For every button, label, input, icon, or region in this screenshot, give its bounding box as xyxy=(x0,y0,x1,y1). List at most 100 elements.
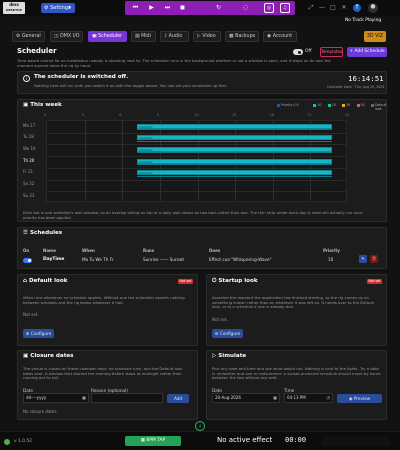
settings-menu-button[interactable]: ⚙ Settings ▾ xyxy=(41,3,75,13)
closure-add-button[interactable]: Add xyxy=(167,394,189,403)
week-footnote: Each bar is one schedule's own window, s… xyxy=(23,210,363,220)
fullscreen-icon[interactable]: ⤢ xyxy=(307,4,315,12)
col-name: Name xyxy=(43,248,56,253)
startup-look-description: Asserted the moment the application has … xyxy=(212,295,375,309)
week-grid: DayTime DayTime DayTime DayTime DayTime xyxy=(46,120,347,202)
default-look-configure-button[interactable]: ⚙ Configure xyxy=(23,329,54,338)
day-label: We 19 xyxy=(23,146,36,151)
connection-status-icon xyxy=(4,439,10,445)
schedule-enabled-toggle[interactable] xyxy=(23,258,32,263)
legend-label: Priority 0-9 xyxy=(281,103,299,107)
play-icon[interactable]: ▶ xyxy=(147,4,156,12)
effective-schedule-strip xyxy=(137,152,332,154)
startup-look-title-label: Startup look xyxy=(218,278,258,284)
startup-look-title: ⏻ Startup look xyxy=(212,278,258,285)
controller-clock-subtitle: Controller clock · Thu, Aug 20, 2026 xyxy=(327,85,385,89)
next-icon[interactable]: ⏭ xyxy=(163,4,172,12)
previous-icon[interactable]: ⏮ xyxy=(131,4,140,12)
calendar-icon: ▦ xyxy=(82,395,86,400)
sound-icon[interactable]: ◌ xyxy=(241,4,250,12)
toggle-knob xyxy=(28,259,31,262)
tab-video[interactable]: ▷ Video xyxy=(193,31,221,42)
scheduler-toggle[interactable] xyxy=(293,49,303,55)
stop-icon[interactable]: ◼ xyxy=(178,4,187,12)
closure-dates-title-label: Closure dates xyxy=(30,353,74,359)
tab-video-label: Video xyxy=(202,34,216,39)
default-look-configure-label: Configure xyxy=(30,331,52,336)
day-row-border xyxy=(47,156,346,158)
effective-schedule-strip xyxy=(137,129,332,130)
closure-reason-input[interactable] xyxy=(91,393,163,403)
bpm-tap-label: BPM TAP xyxy=(146,438,166,443)
day-row-border xyxy=(47,191,346,193)
schedule-bar[interactable]: DayTime xyxy=(137,135,332,141)
tab-audio[interactable]: ♪ Audio xyxy=(160,31,189,42)
facebook-icon[interactable]: f xyxy=(353,4,361,12)
bottom-info-bar xyxy=(322,436,390,446)
transport-control-strip: ⏮ ▶ ⏭ ◼ ↻ ◌ ◎ ♫ xyxy=(125,1,295,15)
schedule-priority: 10 xyxy=(328,257,334,262)
loop-icon[interactable]: ↻ xyxy=(214,4,223,12)
delete-icon[interactable]: 🗑 xyxy=(370,255,378,263)
minimize-icon[interactable]: — xyxy=(318,4,326,12)
legend-label: Default look xyxy=(375,103,387,111)
hour-tick-label: 18 xyxy=(269,113,275,117)
effect-timer: 00:00 xyxy=(285,436,307,444)
table-row[interactable] xyxy=(23,257,378,264)
schedule-bar[interactable]: DayTime xyxy=(137,170,332,176)
closure-dates-description: The venue is closed on these calendar da… xyxy=(23,366,183,380)
avatar[interactable]: ● xyxy=(368,3,378,13)
simulate-date-input[interactable]: 20-Aug-2026 ▦ xyxy=(212,393,280,403)
day-date: 23 xyxy=(29,192,35,198)
effective-schedule-strip xyxy=(137,175,332,177)
day-label: Th 20 xyxy=(23,158,34,163)
default-look-status-badge: Not set xyxy=(178,279,193,284)
day-date: 18 xyxy=(28,134,34,140)
page-subtitle: Time-based control for an installation n… xyxy=(17,58,331,68)
visualizer-icon[interactable]: ◎ xyxy=(264,3,274,13)
tab-midi-label: Midi xyxy=(141,34,151,39)
edit-icon[interactable]: ✎ xyxy=(359,255,367,263)
audio-sync-icon[interactable]: ♫ xyxy=(280,3,290,13)
legend-swatch xyxy=(342,103,346,107)
day-date: 19 xyxy=(30,146,36,152)
status-description: Nothing here will run until you switch i… xyxy=(34,83,228,88)
simulate-time-input[interactable]: 04:13 PM ◷ xyxy=(284,393,333,403)
schedules-title-label: Schedules xyxy=(29,230,63,236)
schedule-name: DayTime xyxy=(43,257,65,262)
scroll-down-icon[interactable]: ↓ xyxy=(195,421,205,431)
3d-viz-button[interactable]: 3D VIZ xyxy=(364,31,386,42)
schedule-action: Effect cue "Whispering-Wave" xyxy=(209,257,272,262)
tab-scheduler[interactable]: ▣ Scheduler xyxy=(88,31,127,42)
tab-general[interactable]: ⚙ General xyxy=(12,31,45,42)
tab-account-label: Account xyxy=(272,34,293,39)
effective-schedule-strip xyxy=(137,140,332,142)
startup-look-configure-button[interactable]: ⚙ Configure xyxy=(212,329,243,338)
schedule-bar[interactable]: DayTime xyxy=(137,158,332,164)
startup-look-value: Not set. xyxy=(212,317,228,322)
templates-button[interactable]: Templates xyxy=(320,47,343,57)
simulate-preview-button[interactable]: ◉ Preview xyxy=(337,394,382,403)
col-priority: Priority xyxy=(323,248,340,253)
closure-date-input[interactable]: dd----yyyy ▦ xyxy=(23,393,89,403)
schedule-bar[interactable]: DayTime xyxy=(137,123,332,129)
legend-swatch xyxy=(277,103,280,107)
col-runs: Runs xyxy=(143,248,155,253)
tab-midi[interactable]: ▤ Midi xyxy=(131,31,156,42)
close-icon[interactable]: ✕ xyxy=(340,4,348,12)
closure-date-value: dd----yyyy xyxy=(26,395,47,400)
tab-dmx-io[interactable]: ◫ DMX I/O xyxy=(50,31,83,42)
hour-tick-label: 6 xyxy=(119,113,122,117)
day-row-border xyxy=(47,144,346,146)
tab-audio-label: Audio xyxy=(168,34,183,39)
add-schedule-button[interactable]: + Add Schedule xyxy=(347,47,387,57)
schedule-bar[interactable]: DayTime xyxy=(137,146,332,152)
maximize-icon[interactable]: □ xyxy=(329,4,337,12)
day-label: Mo 17 xyxy=(23,123,35,128)
schedules-title: ☰ Schedules xyxy=(23,230,62,236)
tab-account[interactable]: ◉ Account xyxy=(263,31,297,42)
hour-tick-label: 21 xyxy=(307,113,312,117)
toggle-knob xyxy=(298,50,301,54)
tab-backups[interactable]: ▦ Backups xyxy=(225,31,259,42)
bpm-tap-button[interactable]: ▦ BPM TAP xyxy=(125,436,181,446)
